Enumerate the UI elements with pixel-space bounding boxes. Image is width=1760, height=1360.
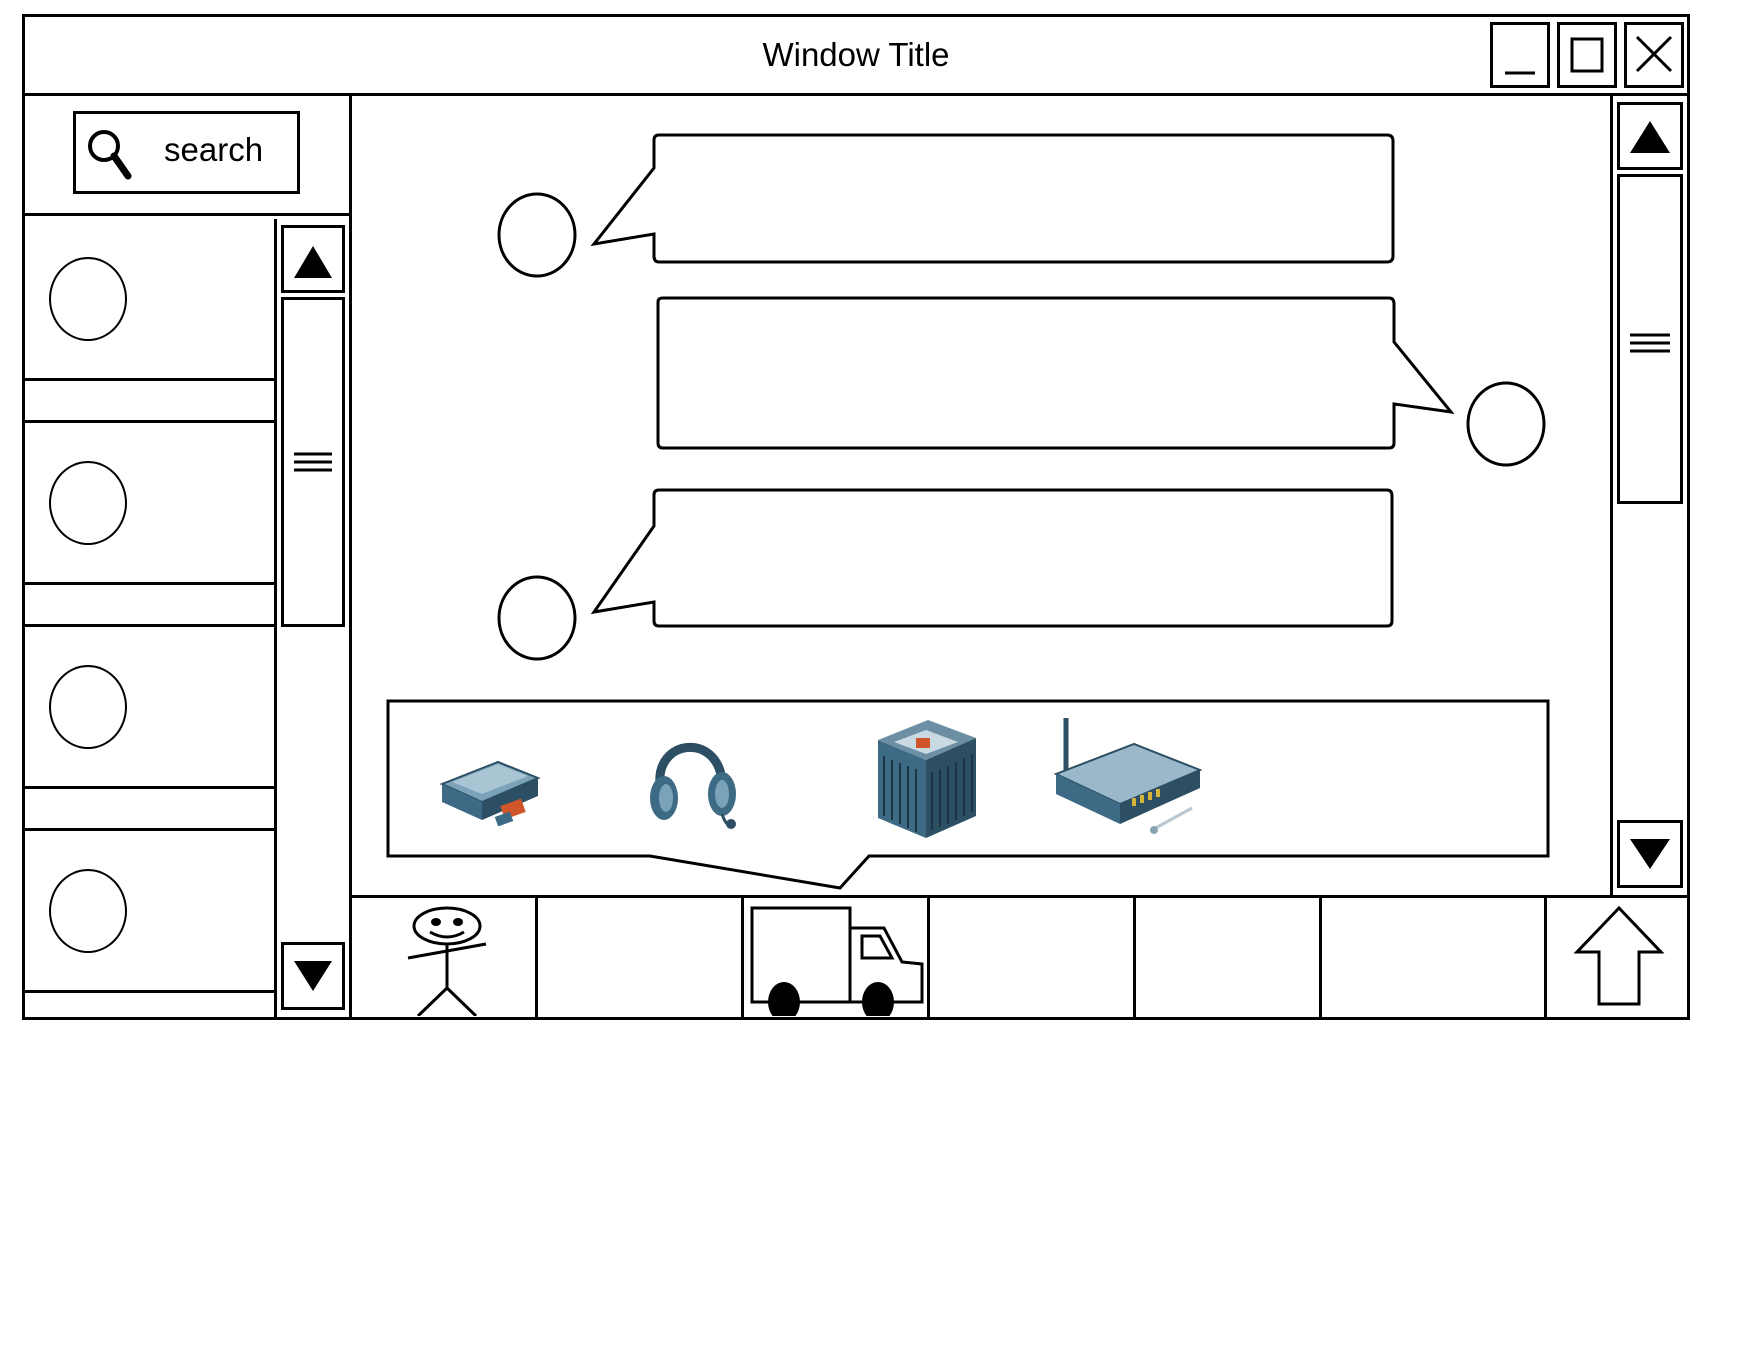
maximize-button[interactable] <box>1557 22 1617 88</box>
list-separator <box>22 585 277 627</box>
magnifier-icon <box>88 130 132 180</box>
close-icon <box>1635 35 1673 73</box>
avatar-icon <box>49 461 127 545</box>
list-separator <box>22 381 277 423</box>
list-item[interactable] <box>22 627 277 789</box>
upload-arrow-icon <box>1573 905 1665 1006</box>
close-button[interactable] <box>1624 22 1684 88</box>
list-separator <box>22 789 277 831</box>
main-scroll-down-button[interactable] <box>1617 820 1683 888</box>
sidebar-scroll-up-button[interactable] <box>281 225 345 293</box>
main-scroll-up-button[interactable] <box>1617 102 1683 170</box>
tab-upload[interactable] <box>1544 898 1690 1020</box>
chat-message-left <box>590 133 1395 264</box>
search-label: search <box>164 131 264 168</box>
scanner-icon[interactable] <box>440 722 544 826</box>
chat-message-right <box>656 296 1455 450</box>
minimize-button[interactable] <box>1490 22 1550 88</box>
sidebar-scroll-down-button[interactable] <box>281 942 345 1010</box>
headset-icon[interactable] <box>646 722 742 832</box>
tab-person[interactable] <box>349 898 535 1020</box>
maximize-icon <box>1570 37 1604 73</box>
server-icon[interactable] <box>872 712 980 842</box>
grip-icon <box>294 452 332 472</box>
tab-truck[interactable] <box>741 898 927 1020</box>
main-scroll-thumb[interactable] <box>1617 174 1683 504</box>
triangle-up-icon <box>294 246 332 278</box>
sidebar-scroll-track-edge <box>274 219 277 1017</box>
tab-empty[interactable] <box>1319 898 1544 1020</box>
list-item[interactable] <box>22 423 277 585</box>
sidebar-scroll-thumb[interactable] <box>281 297 345 627</box>
avatar-icon <box>497 575 577 661</box>
avatar-icon <box>49 869 127 953</box>
grip-icon <box>1630 333 1670 353</box>
search-input[interactable]: search <box>73 111 300 194</box>
triangle-down-icon <box>294 961 332 991</box>
main-scroll-track-edge <box>1610 96 1613 898</box>
minimize-icon <box>1505 71 1535 75</box>
list-item[interactable] <box>22 219 277 381</box>
chat-message-left <box>590 488 1394 628</box>
wlan-router-icon[interactable] <box>1052 712 1202 842</box>
avatar-icon <box>1466 381 1546 467</box>
window-title: Window Title <box>762 36 950 73</box>
list-item[interactable] <box>22 831 277 993</box>
tab-empty[interactable] <box>1133 898 1319 1020</box>
person-icon <box>407 906 487 1016</box>
tab-empty[interactable] <box>927 898 1133 1020</box>
avatar-icon <box>49 665 127 749</box>
triangle-down-icon <box>1630 839 1670 869</box>
truck-icon <box>750 906 924 1016</box>
avatar-icon <box>49 257 127 341</box>
tab-empty[interactable] <box>535 898 741 1020</box>
triangle-up-icon <box>1630 121 1670 153</box>
avatar-icon <box>497 192 577 278</box>
